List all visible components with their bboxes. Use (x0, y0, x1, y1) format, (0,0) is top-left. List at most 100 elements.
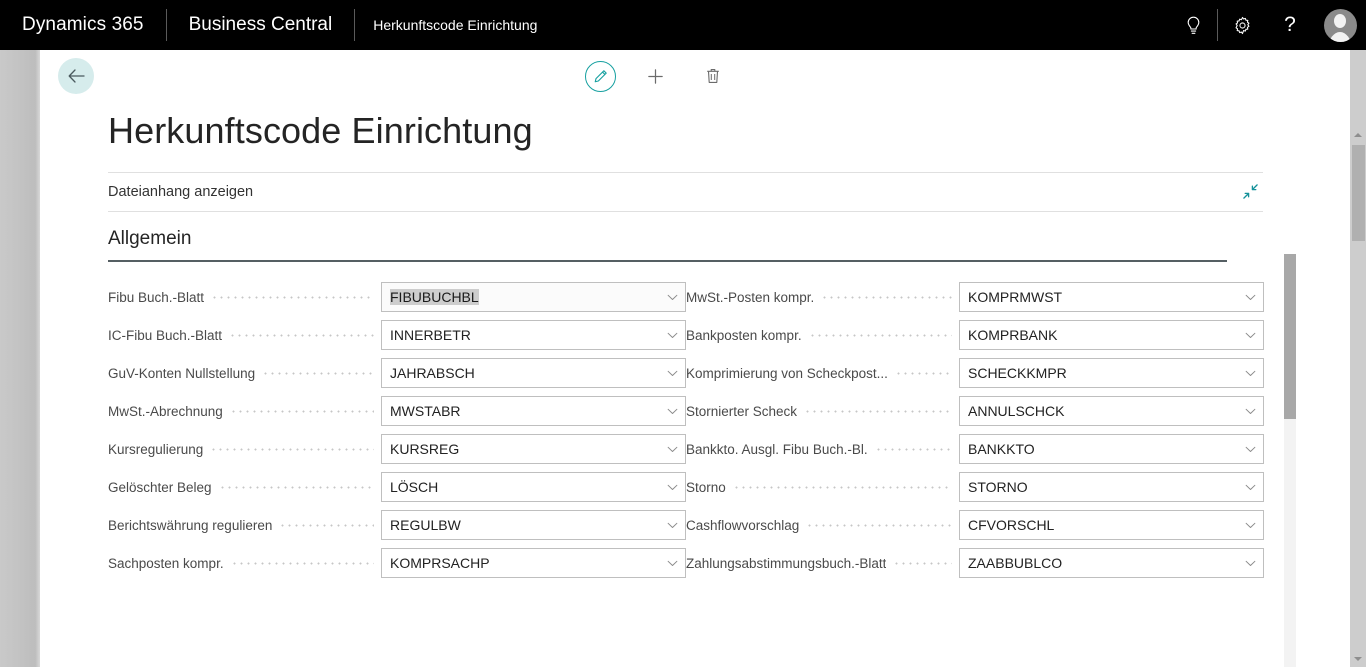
leader-dots (732, 480, 952, 494)
field-input-ic-fibu-buch-blatt[interactable]: INNERBETR (381, 320, 686, 350)
browser-scrollbar-thumb[interactable] (1352, 145, 1365, 241)
field-row: Gelöschter Beleg LÖSCH (108, 468, 686, 506)
avatar-image (1323, 8, 1357, 42)
field-label: Zahlungsabstimmungsbuch.-Blatt (686, 555, 887, 571)
field-input-storno[interactable]: STORNO (959, 472, 1264, 502)
chevron-down-icon[interactable] (666, 443, 679, 456)
field-input-stornierter-scheck[interactable]: ANNULSCHCK (959, 396, 1264, 426)
field-label: IC-Fibu Buch.-Blatt (108, 327, 223, 343)
field-value: STORNO (968, 479, 1028, 495)
field-row: Komprimierung von Scheckpost... SCHECKKM… (686, 354, 1264, 392)
new-plus-icon[interactable] (636, 57, 674, 95)
app-root: Dynamics 365 Business Central Herkunftsc… (0, 0, 1366, 667)
leader-dots (279, 518, 374, 532)
chevron-down-icon[interactable] (1244, 329, 1257, 342)
chevron-down-icon[interactable] (1244, 443, 1257, 456)
scrollbar-down-arrow[interactable] (1350, 650, 1366, 667)
chevron-down-icon[interactable] (1244, 557, 1257, 570)
field-row: MwSt.-Abrechnung MWSTABR (108, 392, 686, 430)
leader-dots (218, 480, 374, 494)
chevron-down-icon[interactable] (666, 405, 679, 418)
field-label: Bankkto. Ausgl. Fibu Buch.-Bl. (686, 441, 868, 457)
lightbulb-icon[interactable] (1169, 0, 1217, 50)
chevron-down-icon[interactable] (666, 557, 679, 570)
edit-pencil-icon[interactable] (585, 60, 616, 92)
leader-dots (211, 290, 374, 304)
chevron-down-icon[interactable] (1244, 481, 1257, 494)
chevron-down-icon[interactable] (666, 519, 679, 532)
field-value: SCHECKKMPR (968, 365, 1067, 381)
field-input-mwst-abrechnung[interactable]: MWSTABR (381, 396, 686, 426)
field-label: Kursregulierung (108, 441, 204, 457)
browser-scrollbar[interactable] (1350, 50, 1366, 667)
top-navigation-actions: ? (1169, 0, 1366, 50)
delete-trash-icon[interactable] (694, 57, 732, 95)
field-input-guv-konten-nullstellung[interactable]: JAHRABSCH (381, 358, 686, 388)
field-label: Stornierter Scheck (686, 403, 798, 419)
chevron-down-icon[interactable] (666, 291, 679, 304)
field-input-bankposten-kompr[interactable]: KOMPRBANK (959, 320, 1264, 350)
field-row: Bankkto. Ausgl. Fibu Buch.-Bl. BANKKTO (686, 430, 1264, 468)
general-fields-right-column: MwSt.-Posten kompr. KOMPRMWST Bankposten… (686, 278, 1264, 582)
field-label: MwSt.-Abrechnung (108, 403, 223, 419)
leader-dots (806, 518, 952, 532)
chevron-down-icon[interactable] (666, 481, 679, 494)
field-label: Fibu Buch.-Blatt (108, 289, 205, 305)
field-label: Berichtswährung regulieren (108, 517, 273, 533)
field-label: Sachposten kompr. (108, 555, 224, 571)
page-content: Allgemein Fibu Buch.-Blatt FIBUBUCHBL IC… (108, 212, 1295, 620)
field-label: Bankposten kompr. (686, 327, 802, 343)
field-row: IC-Fibu Buch.-Blatt INNERBETR (108, 316, 686, 354)
field-value: KOMPRBANK (968, 327, 1058, 343)
leader-dots (262, 366, 374, 380)
field-row: GuV-Konten Nullstellung JAHRABSCH (108, 354, 686, 392)
show-attachment-link[interactable]: Dateianhang anzeigen (108, 184, 253, 200)
avatar[interactable] (1314, 0, 1366, 50)
field-value: KURSREG (390, 441, 460, 457)
collapse-diagonal-icon[interactable] (1242, 183, 1259, 205)
field-label: MwSt.-Posten kompr. (686, 289, 815, 305)
chevron-down-icon[interactable] (666, 329, 679, 342)
back-button[interactable] (58, 58, 94, 94)
leader-dots (808, 328, 952, 342)
field-input-zahlungsabstimmungsbuch-blatt[interactable]: ZAABBUBLCO (959, 548, 1264, 578)
command-bar-actions (585, 57, 732, 95)
field-value: BANKKTO (968, 441, 1035, 457)
chevron-down-icon[interactable] (1244, 519, 1257, 532)
chevron-down-icon[interactable] (1244, 291, 1257, 304)
field-value: FIBUBUCHBL (390, 289, 479, 305)
page-surface: Herkunftscode Einrichtung Dateianhang an… (40, 50, 1350, 667)
field-row: Kursregulierung KURSREG (108, 430, 686, 468)
field-label: Storno (686, 479, 726, 495)
left-gutter (0, 50, 40, 667)
field-label: GuV-Konten Nullstellung (108, 365, 256, 381)
general-fields-left-column: Fibu Buch.-Blatt FIBUBUCHBL IC-Fibu Buch… (108, 278, 686, 582)
scrollbar-up-arrow[interactable] (1350, 126, 1366, 143)
chevron-down-icon[interactable] (1244, 367, 1257, 380)
field-row: Fibu Buch.-Blatt FIBUBUCHBL (108, 278, 686, 316)
field-row: Stornierter Scheck ANNULSCHCK (686, 392, 1264, 430)
field-input-geloeschter-beleg[interactable]: LÖSCH (381, 472, 686, 502)
field-label: Gelöschter Beleg (108, 479, 212, 495)
field-value: KOMPRMWST (968, 289, 1063, 305)
content-scrollbar[interactable] (1284, 254, 1296, 667)
field-input-fibu-buch-blatt[interactable]: FIBUBUCHBL (381, 282, 686, 312)
leader-dots (804, 404, 952, 418)
brand-business-central[interactable]: Business Central (167, 9, 355, 41)
gear-icon[interactable] (1218, 0, 1266, 50)
chevron-down-icon[interactable] (1244, 405, 1257, 418)
command-bar (40, 50, 1350, 102)
chevron-down-icon[interactable] (666, 367, 679, 380)
top-navigation-bar: Dynamics 365 Business Central Herkunftsc… (0, 0, 1366, 50)
field-input-mwst-posten-kompr[interactable]: KOMPRMWST (959, 282, 1264, 312)
help-icon[interactable]: ? (1266, 0, 1314, 50)
field-input-bankkto-ausgl-fibu-buch-bl[interactable]: BANKKTO (959, 434, 1264, 464)
field-input-sachposten-kompr[interactable]: KOMPRSACHP (381, 548, 686, 578)
field-input-kursregulierung[interactable]: KURSREG (381, 434, 686, 464)
content-scrollbar-thumb[interactable] (1284, 254, 1296, 419)
field-input-komprimierung-von-scheckposten[interactable]: SCHECKKMPR (959, 358, 1264, 388)
field-input-cashflowvorschlag[interactable]: CFVORSCHL (959, 510, 1264, 540)
leader-dots (229, 404, 374, 418)
field-input-berichtswaehrung-regulieren[interactable]: REGULBW (381, 510, 686, 540)
brand-dynamics365[interactable]: Dynamics 365 (0, 9, 166, 41)
